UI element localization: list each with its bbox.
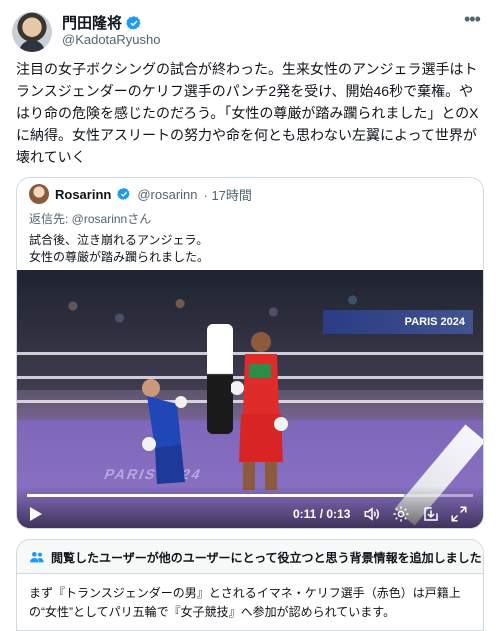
author-avatar[interactable] — [12, 12, 52, 52]
quoted-avatar[interactable] — [29, 184, 49, 204]
boxer-red-figure — [231, 332, 288, 490]
author-name-row: 門田隆将 — [62, 12, 142, 33]
fullscreen-icon[interactable] — [450, 505, 468, 523]
video-time: 0:11 / 0:13 — [293, 507, 351, 521]
author-handle[interactable]: @KadotaRyusho — [62, 32, 160, 47]
quoted-time: · 17時間 — [203, 187, 252, 203]
verified-badge-icon — [117, 187, 131, 201]
community-note-body: まず『トランスジェンダーの男』とされるイマネ・ケリフ選手（赤色）は戸籍上の“女性… — [29, 586, 461, 619]
arena-banner: PARIS 2024 — [323, 310, 473, 334]
quoted-name[interactable]: Rosarinn — [55, 187, 111, 202]
community-note-header: 閲覧したユーザーが他のユーザーにとって役立つと思う背景情報を追加しました — [17, 540, 483, 574]
video-controls: 0:11 / 0:13 — [17, 486, 483, 528]
reply-handle-link[interactable]: @rosarinnさん — [72, 212, 152, 226]
volume-icon[interactable] — [363, 505, 381, 523]
reply-prefix: 返信先: — [29, 212, 72, 226]
quoted-handle[interactable]: @rosarinn — [137, 187, 197, 202]
quoted-header: Rosarinn @rosarinn · 17時間 — [29, 184, 252, 204]
quoted-text-line-1: 試合後、泣き崩れるアンジェラ。 — [29, 233, 209, 247]
quoted-text-line-2: 女性の尊厳が踏み躙られました。 — [29, 250, 210, 264]
quoted-tweet[interactable]: Rosarinn @rosarinn · 17時間 返信先: @rosarinn… — [16, 177, 484, 529]
video-progress-bar[interactable] — [27, 494, 473, 497]
video-progress-fill — [27, 494, 405, 497]
community-note-title: 閲覧したユーザーが他のユーザーにとって役立つと思う背景情報を追加しました — [51, 551, 482, 565]
author-name[interactable]: 門田隆将 — [62, 12, 122, 33]
settings-icon[interactable] — [392, 505, 410, 523]
video-player[interactable]: PARIS 2024 PARIS 2024 0:11 / 0:13 — [17, 270, 483, 528]
community-note[interactable]: 閲覧したユーザーが他のユーザーにとって役立つと思う背景情報を追加しました まず『… — [16, 539, 484, 631]
boxer-blue-figure — [142, 379, 187, 484]
download-icon[interactable] — [422, 505, 440, 523]
referee-figure — [207, 324, 233, 434]
tweet-text: 注目の女子ボクシングの試合が終わった。生来女性のアンジェラ選手はトランスジェンダ… — [16, 61, 479, 165]
more-icon[interactable]: ••• — [464, 10, 484, 29]
play-icon[interactable] — [29, 506, 43, 522]
tweet: 門田隆将 @KadotaRyusho ••• 注目の女子ボクシングの試合が終わっ… — [0, 0, 500, 631]
note-people-icon — [30, 552, 44, 563]
verified-badge-icon — [126, 15, 141, 30]
quoted-reply-to: 返信先: @rosarinnさん — [29, 210, 151, 227]
